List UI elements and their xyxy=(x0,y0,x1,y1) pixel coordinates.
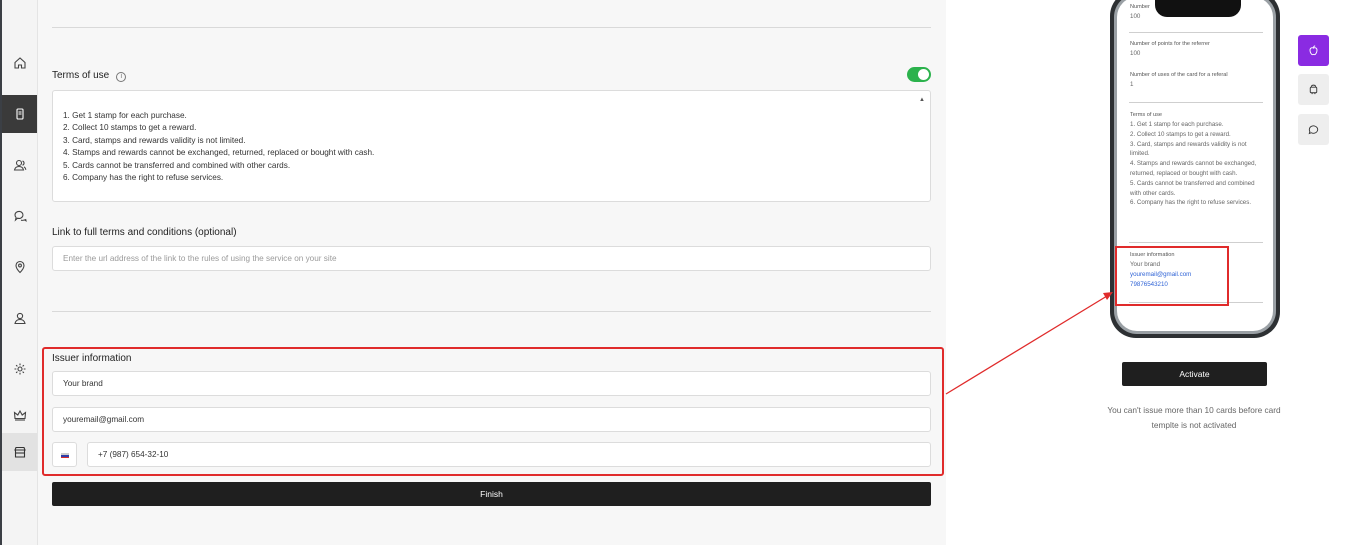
sidebar-item-cards[interactable] xyxy=(2,95,37,133)
sidebar-item-messages[interactable] xyxy=(2,197,37,235)
sidebar-item-profile[interactable] xyxy=(2,299,37,337)
sidebar-item-store[interactable] xyxy=(2,433,37,471)
phone-input[interactable]: +7 (987) 654-32-10 xyxy=(87,442,931,467)
sidebar-item-settings[interactable] xyxy=(2,350,37,388)
russia-flag-icon xyxy=(61,453,69,459)
store-icon xyxy=(13,446,26,458)
info-icon[interactable]: i xyxy=(116,72,127,82)
chat-icon xyxy=(1308,125,1319,135)
messages-icon xyxy=(13,210,27,222)
preview-divider xyxy=(1129,242,1263,243)
terms-link-input[interactable]: Enter the url address of the link to the… xyxy=(52,246,931,271)
preview-divider xyxy=(1129,102,1263,103)
terms-textarea[interactable]: 1. Get 1 stamp for each purchase. 2. Col… xyxy=(52,90,931,202)
sidebar xyxy=(0,0,38,545)
clients-icon xyxy=(13,159,26,171)
android-icon xyxy=(1309,84,1318,95)
android-button[interactable] xyxy=(1298,74,1329,105)
sidebar-item-clients[interactable] xyxy=(2,146,37,184)
activate-button[interactable]: Activate xyxy=(1122,362,1267,386)
issuer-label: Issuer information xyxy=(52,353,132,364)
terms-label: Terms of use xyxy=(52,70,110,81)
sidebar-item-premium[interactable] xyxy=(2,396,37,434)
terms-toggle[interactable] xyxy=(907,67,931,82)
chat-button[interactable] xyxy=(1298,114,1329,145)
card-template-icon xyxy=(15,108,24,120)
preview-uses-value: 1 xyxy=(1130,81,1134,88)
terms-label-row: Terms of use i xyxy=(52,70,127,82)
section-divider xyxy=(52,27,931,28)
apple-icon xyxy=(1309,45,1318,56)
preview-issuer-highlight xyxy=(1115,246,1229,306)
email-input[interactable]: youremail@gmail.com xyxy=(52,407,931,432)
terms-text: 1. Get 1 stamp for each purchase. 2. Col… xyxy=(63,110,375,183)
crown-icon xyxy=(13,409,26,421)
app-root: Terms of use i 1. Get 1 stamp for each pu… xyxy=(0,0,1366,545)
scroll-arrow-icon[interactable]: ▲ xyxy=(919,94,925,107)
settings-icon xyxy=(14,363,25,375)
sidebar-item-locations[interactable] xyxy=(2,248,37,286)
country-code-selector[interactable] xyxy=(52,442,77,467)
brand-input[interactable]: Your brand xyxy=(52,371,931,396)
card-settings-form: Terms of use i 1. Get 1 stamp for each pu… xyxy=(38,0,946,545)
user-icon xyxy=(13,312,26,325)
sidebar-item-home[interactable] xyxy=(2,44,37,82)
location-icon xyxy=(14,260,25,274)
preview-terms-text: 1. Get 1 stamp for each purchase. 2. Col… xyxy=(1130,121,1257,207)
apple-wallet-button[interactable] xyxy=(1298,35,1329,66)
preview-referrer-value: 100 xyxy=(1130,50,1141,57)
home-icon xyxy=(13,57,26,69)
activation-note: You can't issue more than 10 cards befor… xyxy=(1107,405,1281,430)
link-label: Link to full terms and conditions (optio… xyxy=(52,227,237,238)
finish-button[interactable]: Finish xyxy=(52,482,931,506)
section-divider xyxy=(52,311,931,312)
preview-top-value: 100 xyxy=(1130,13,1141,20)
preview-divider xyxy=(1129,32,1263,33)
